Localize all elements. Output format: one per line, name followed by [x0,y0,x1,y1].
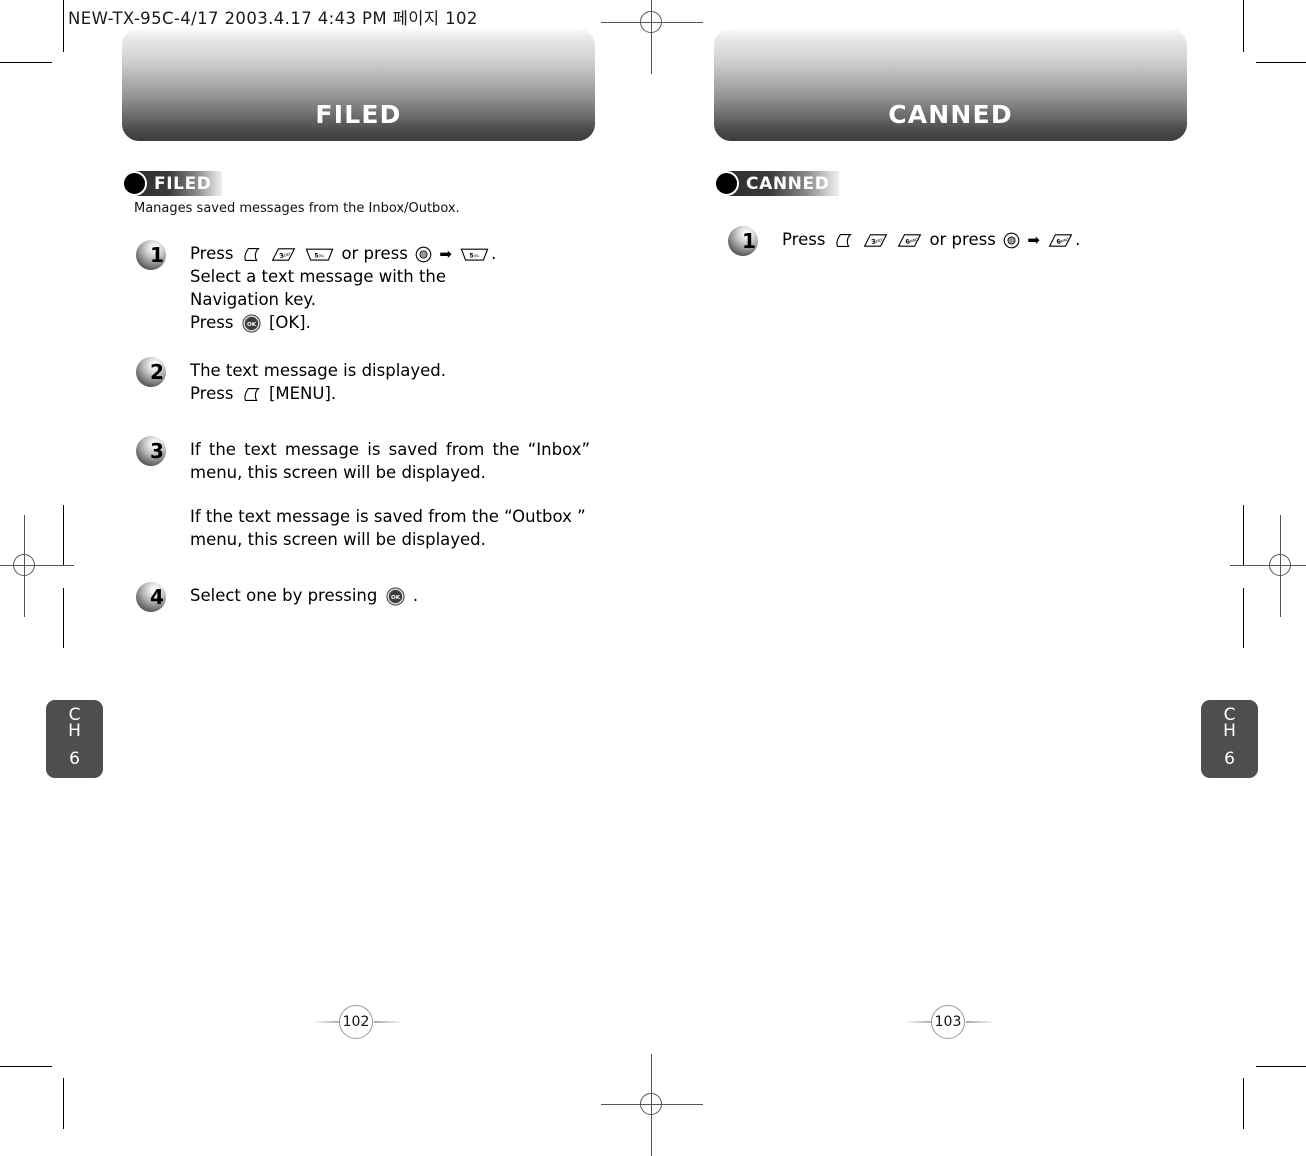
step-2-line-1: The text message is displayed. [190,361,447,380]
folio-right: 103 [904,1002,996,1042]
step-bullet: 1 [136,240,176,270]
key-3-def-icon: 3 DEF [271,247,296,262]
svg-text:JKL: JKL [473,254,479,258]
step-1-line-2: Select a text message with the [190,267,447,286]
page-number: 103 [931,1005,965,1039]
svg-text:5: 5 [315,253,319,260]
arrow-right-icon: ➡ [1027,231,1040,249]
step-1-line-1: Press 3 DEF 5 JKL or press ➡ 5 JKL . [190,242,496,265]
menu-bracket-label: [MENU]. [268,384,337,403]
sentence-period: . [1075,230,1081,249]
step-1-line-4: Press OK [OK]. [190,311,496,334]
sentence-period: . [491,244,497,263]
crop-mark-top-left-horizontal [0,62,52,63]
step-1-line-1: Press 3 DEF 6 MNO or press ➡ 6 MNO . [782,228,1080,251]
or-press-label: or press [341,244,408,263]
step-3-para-2-line-1: If the text message is saved from the “O… [190,507,586,526]
or-press-label: or press [929,230,996,249]
svg-text:OK: OK [391,595,401,601]
soft-key-icon [242,387,261,402]
step-number: 1 [742,229,756,253]
step-3-para-1-line-2: menu, this screen will be displayed. [190,463,486,482]
chapter-tab-h: H [68,721,81,741]
badge-label: FILED [154,174,212,194]
menu-key-icon [415,246,432,263]
press-label: Press [782,230,826,249]
step-bullet: 1 [728,226,768,256]
badge-dot-icon [122,171,147,196]
folio-left: 102 [312,1002,404,1042]
key-3-def-icon: 3 DEF [863,233,888,248]
crop-mark-top-right-horizontal [1256,62,1306,63]
key-5-jkl-icon-2: 5 JKL [460,247,489,262]
chapter-tab-ch-label: C H [1201,707,1258,741]
step-4-line-1: Select one by pressing OK . [190,584,418,607]
section-badge: FILED [122,171,222,196]
chapter-tab-number: 6 [69,749,80,769]
page-right: CANNED CANNED 1 Press 3 DEF 6 MNO or pre… [655,0,1258,1129]
badge-label: CANNED [746,174,830,194]
svg-text:JKL: JKL [318,254,324,258]
badge-dot-icon [714,171,739,196]
step-body: The text message is displayed. Press [ME… [190,359,446,405]
step-2-line-2: Press [MENU]. [190,382,446,405]
svg-text:OK: OK [247,322,257,328]
key-6-mno-icon-2: 6 MNO [1048,233,1073,248]
sentence-period: . [412,586,419,605]
chapter-tab-left: C H 6 [46,700,103,778]
arrow-right-icon: ➡ [439,245,452,263]
soft-key-icon [834,233,853,248]
folio-wing-left [312,1021,342,1023]
page-left: FILED FILED Manages saved messages from … [46,0,653,1129]
folio-wing-right [374,1021,404,1023]
key-6-mno-icon: 6 MNO [897,233,922,248]
press-label-2: Press [190,313,234,332]
chapter-banner: FILED [122,28,595,141]
step-number: 3 [150,439,164,463]
folio-wing-right [966,1021,996,1023]
step-bullet: 2 [136,357,176,387]
step-bullet: 4 [136,582,176,612]
chapter-tab-h: H [1223,721,1236,741]
press-label: Press [190,244,234,263]
key-5-jkl-icon: 5 JKL [305,247,334,262]
page-number: 102 [339,1005,373,1039]
step-body: Press 3 DEF 5 JKL or press ➡ 5 JKL . Sel… [190,242,496,334]
step-number: 1 [150,243,164,267]
ok-key-icon: OK [242,314,261,333]
step-number: 2 [150,360,164,384]
step-body: Select one by pressing OK . [190,584,418,607]
step-1-line-3: Navigation key. [190,290,317,309]
section-badge: CANNED [714,171,839,196]
step-body: If the text message is saved from the “I… [190,438,590,551]
chapter-tab-number: 6 [1224,749,1235,769]
press-label: Press [190,384,234,403]
soft-key-icon [242,247,261,262]
step-3-para-2-line-2: menu, this screen will be displayed. [190,530,486,549]
folio-wing-left [904,1021,934,1023]
chapter-tab-right: C H 6 [1201,700,1258,778]
registration-mark-right-center [1230,515,1306,617]
chapter-banner: CANNED [714,28,1187,141]
step-3-para-1-line-1: If the text message is saved from the “I… [190,440,590,459]
banner-title: CANNED [888,100,1013,129]
menu-key-icon [1003,232,1020,249]
chapter-tab-ch-label: C H [46,707,103,741]
step-bullet: 3 [136,436,176,466]
registration-mark-left-center [0,515,74,617]
ok-key-icon: OK [386,587,405,606]
svg-text:5: 5 [470,253,474,260]
banner-title: FILED [315,100,402,129]
crop-mark-bottom-right-horizontal [1256,1066,1306,1067]
step-number: 4 [150,585,164,609]
select-one-label: Select one by pressing [190,586,378,605]
ok-bracket-label: [OK]. [268,313,311,332]
step-body: Press 3 DEF 6 MNO or press ➡ 6 MNO . [782,228,1080,251]
section-description: Manages saved messages from the Inbox/Ou… [134,201,460,216]
crop-mark-bottom-left-horizontal [0,1066,52,1067]
